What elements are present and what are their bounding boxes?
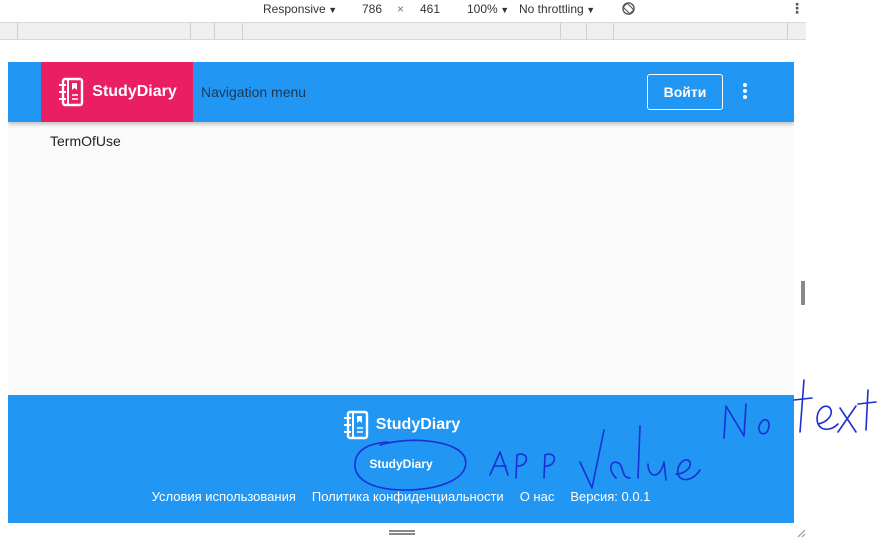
brand-logo[interactable]: StudyDiary [41,62,193,122]
footer-brand-name: StudyDiary [375,416,461,433]
media-query-ruler [0,22,806,40]
zoom-select[interactable]: 100% [467,2,509,16]
footer: StudyDiary StudyDiary Условия использова… [8,395,794,523]
app-bar: StudyDiary Navigation menu Войти [8,62,794,122]
footer-app-name: StudyDiary [369,457,433,471]
device-select[interactable]: Responsive [263,2,337,16]
viewport-width-input[interactable]: 786 [362,2,382,16]
page-content-text: TermOfUse [50,133,121,149]
emulated-page: StudyDiary Navigation menu Войти TermOfU… [8,62,794,523]
login-button[interactable]: Войти [647,74,723,110]
devtools-more-icon[interactable]: ⋮ [790,0,804,17]
footer-link-terms[interactable]: Условия использования [152,489,296,504]
viewport-resize-handle-bottom[interactable] [389,530,415,535]
viewport-height-input[interactable]: 461 [420,2,440,16]
footer-version: Версия: 0.0.1 [570,489,651,504]
devtools-toolbar: Responsive 786 × 461 100% No throttling … [0,0,806,20]
diary-book-icon [59,77,84,107]
viewport-resize-corner-icon[interactable] [796,528,806,538]
footer-link-about[interactable]: О нас [520,489,555,504]
diary-book-icon [343,410,368,440]
navigation-menu-label[interactable]: Navigation menu [201,84,306,100]
brand-name: StudyDiary [92,83,177,100]
footer-brand: StudyDiary [8,410,794,440]
more-vertical-icon[interactable] [739,81,751,103]
dimension-separator: × [397,2,405,16]
footer-link-privacy[interactable]: Политика конфиденциальности [312,489,504,504]
rotate-icon[interactable] [621,1,636,16]
throttling-select[interactable]: No throttling [519,2,595,16]
viewport-resize-handle-right[interactable] [801,281,805,305]
footer-links: Условия использования Политика конфиденц… [8,489,794,504]
